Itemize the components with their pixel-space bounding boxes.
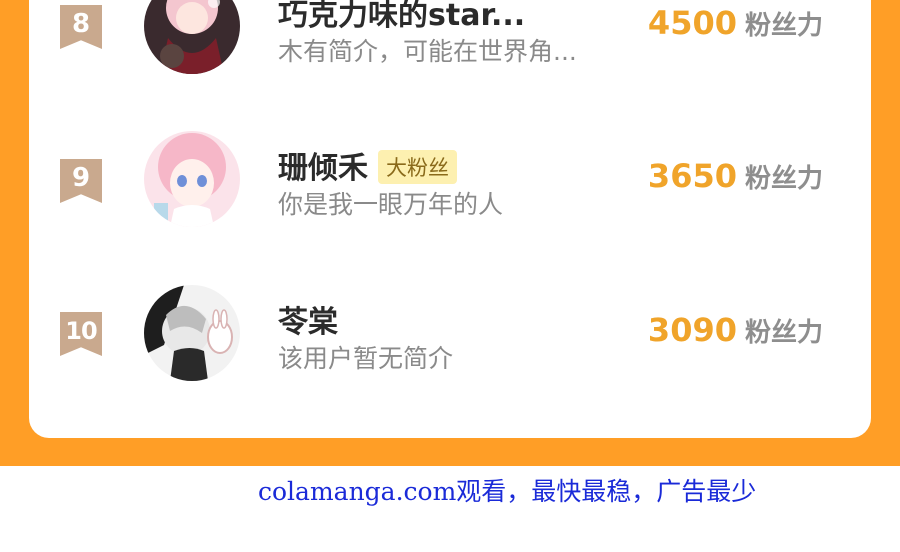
- score-unit: 粉丝力: [744, 318, 823, 348]
- user-name[interactable]: 珊倾禾 大粉丝: [278, 143, 457, 187]
- rank-badge: 10: [60, 312, 102, 356]
- score-value: 4500: [647, 4, 737, 42]
- leaderboard-row-10[interactable]: 10 苓棠 该用户暂无简介 3090 粉丝力: [29, 279, 871, 399]
- fan-power-score: 3090 粉丝力: [648, 311, 823, 349]
- user-bio: 该用户暂无简介: [278, 344, 454, 373]
- user-name[interactable]: 巧克力味的star...: [278, 0, 525, 34]
- site-watermark: colamanga.com观看，最快最稳，广告最少: [258, 477, 757, 506]
- avatar[interactable]: [144, 0, 240, 74]
- avatar[interactable]: [144, 285, 240, 381]
- user-name[interactable]: 苓棠: [278, 297, 338, 341]
- user-bio: 木有简介，可能在世界角...: [278, 37, 577, 66]
- leaderboard-card: 8 巧克力味的star... 木有简介，可能在世界角... 4500粉丝力 9: [29, 0, 871, 438]
- user-name-text: 巧克力味的star...: [278, 0, 526, 33]
- leaderboard-row-9[interactable]: 9 珊倾禾 大粉丝 你是我一眼万年的人 3650 粉丝力: [29, 125, 871, 245]
- user-name-text: 苓棠: [278, 305, 338, 340]
- rank-badge: 9: [60, 159, 102, 203]
- rank-badge: 8: [60, 5, 102, 49]
- score-unit: 粉丝力: [744, 164, 823, 194]
- fan-power-score: 4500 粉丝力: [648, 4, 823, 42]
- score-value: 3090: [647, 311, 737, 349]
- score-unit: 粉丝力: [744, 11, 823, 41]
- score-value: 3650: [647, 157, 737, 195]
- big-fan-badge: 大粉丝: [378, 149, 457, 184]
- user-bio: 你是我一眼万年的人: [278, 190, 504, 219]
- fan-power-score: 3650 粉丝力: [648, 157, 823, 195]
- avatar[interactable]: [144, 131, 240, 227]
- user-name-text: 珊倾禾: [278, 151, 368, 186]
- leaderboard-row-8[interactable]: 8 巧克力味的star... 木有简介，可能在世界角... 4500 粉丝力: [29, 0, 871, 90]
